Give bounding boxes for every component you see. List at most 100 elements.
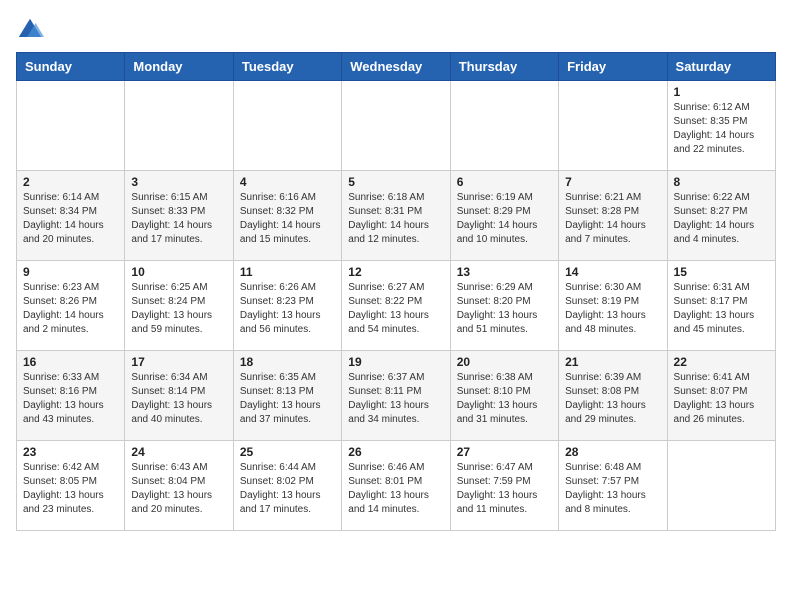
day-info: Sunrise: 6:19 AM Sunset: 8:29 PM Dayligh…	[457, 191, 552, 247]
day-number: 20	[457, 355, 552, 369]
day-number: 7	[565, 175, 660, 189]
day-info: Sunrise: 6:39 AM Sunset: 8:08 PM Dayligh…	[565, 371, 660, 427]
day-info: Sunrise: 6:41 AM Sunset: 8:07 PM Dayligh…	[674, 371, 769, 427]
calendar-cell: 3 Sunrise: 6:15 AM Sunset: 8:33 PM Daylig…	[125, 171, 233, 261]
day-info: Sunrise: 6:31 AM Sunset: 8:17 PM Dayligh…	[674, 281, 769, 337]
day-number: 3	[131, 175, 226, 189]
calendar-cell: 19 Sunrise: 6:37 AM Sunset: 8:11 PM Dayli…	[342, 351, 450, 441]
day-info: Sunrise: 6:34 AM Sunset: 8:14 PM Dayligh…	[131, 371, 226, 427]
calendar-cell: 8 Sunrise: 6:22 AM Sunset: 8:27 PM Daylig…	[667, 171, 775, 261]
calendar-cell	[342, 81, 450, 171]
day-info: Sunrise: 6:18 AM Sunset: 8:31 PM Dayligh…	[348, 191, 443, 247]
weekday-sunday: Sunday	[17, 53, 125, 81]
calendar-cell: 16 Sunrise: 6:33 AM Sunset: 8:16 PM Dayli…	[17, 351, 125, 441]
page-header	[16, 16, 776, 44]
calendar-cell	[233, 81, 341, 171]
calendar-cell: 10 Sunrise: 6:25 AM Sunset: 8:24 PM Dayli…	[125, 261, 233, 351]
day-number: 22	[674, 355, 769, 369]
calendar-cell: 25Sunrise: 6:44 AM Sunset: 8:02 PM Dayli…	[233, 441, 341, 531]
day-info: Sunrise: 6:27 AM Sunset: 8:22 PM Dayligh…	[348, 281, 443, 337]
calendar-cell	[450, 81, 558, 171]
calendar-cell	[667, 441, 775, 531]
day-number: 18	[240, 355, 335, 369]
weekday-thursday: Thursday	[450, 53, 558, 81]
calendar: SundayMondayTuesdayWednesdayThursdayFrid…	[16, 52, 776, 531]
weekday-wednesday: Wednesday	[342, 53, 450, 81]
calendar-header: SundayMondayTuesdayWednesdayThursdayFrid…	[17, 53, 776, 81]
day-info: Sunrise: 6:29 AM Sunset: 8:20 PM Dayligh…	[457, 281, 552, 337]
day-number: 15	[674, 265, 769, 279]
day-info: Sunrise: 6:46 AM Sunset: 8:01 PM Dayligh…	[348, 461, 443, 517]
calendar-cell: 20 Sunrise: 6:38 AM Sunset: 8:10 PM Dayli…	[450, 351, 558, 441]
calendar-cell: 11 Sunrise: 6:26 AM Sunset: 8:23 PM Dayli…	[233, 261, 341, 351]
day-info: Sunrise: 6:43 AM Sunset: 8:04 PM Dayligh…	[131, 461, 226, 517]
calendar-cell	[125, 81, 233, 171]
calendar-cell: 15 Sunrise: 6:31 AM Sunset: 8:17 PM Dayli…	[667, 261, 775, 351]
week-row-4: 23 Sunrise: 6:42 AM Sunset: 8:05 PM Dayli…	[17, 441, 776, 531]
weekday-saturday: Saturday	[667, 53, 775, 81]
day-info: Sunrise: 6:47 AM Sunset: 7:59 PM Dayligh…	[457, 461, 552, 517]
day-info: Sunrise: 6:44 AM Sunset: 8:02 PM Dayligh…	[240, 461, 335, 517]
calendar-cell	[559, 81, 667, 171]
day-number: 27	[457, 445, 552, 459]
day-info: Sunrise: 6:21 AM Sunset: 8:28 PM Dayligh…	[565, 191, 660, 247]
day-number: 24	[131, 445, 226, 459]
calendar-cell: 24 Sunrise: 6:43 AM Sunset: 8:04 PM Dayli…	[125, 441, 233, 531]
day-number: 9	[23, 265, 118, 279]
day-number: 5	[348, 175, 443, 189]
day-info: Sunrise: 6:22 AM Sunset: 8:27 PM Dayligh…	[674, 191, 769, 247]
calendar-cell	[17, 81, 125, 171]
calendar-cell: 26 Sunrise: 6:46 AM Sunset: 8:01 PM Dayli…	[342, 441, 450, 531]
calendar-cell: 12 Sunrise: 6:27 AM Sunset: 8:22 PM Dayli…	[342, 261, 450, 351]
day-info: Sunrise: 6:12 AM Sunset: 8:35 PM Dayligh…	[674, 101, 769, 157]
calendar-cell: 17 Sunrise: 6:34 AM Sunset: 8:14 PM Dayli…	[125, 351, 233, 441]
calendar-cell: 18 Sunrise: 6:35 AM Sunset: 8:13 PM Dayli…	[233, 351, 341, 441]
day-number: 23	[23, 445, 118, 459]
day-number: 19	[348, 355, 443, 369]
day-info: Sunrise: 6:16 AM Sunset: 8:32 PM Dayligh…	[240, 191, 335, 247]
day-number: 8	[674, 175, 769, 189]
day-info: Sunrise: 6:15 AM Sunset: 8:33 PM Dayligh…	[131, 191, 226, 247]
day-info: Sunrise: 6:26 AM Sunset: 8:23 PM Dayligh…	[240, 281, 335, 337]
calendar-cell: 6 Sunrise: 6:19 AM Sunset: 8:29 PM Daylig…	[450, 171, 558, 261]
day-number: 28	[565, 445, 660, 459]
day-info: Sunrise: 6:23 AM Sunset: 8:26 PM Dayligh…	[23, 281, 118, 337]
calendar-cell: 13 Sunrise: 6:29 AM Sunset: 8:20 PM Dayli…	[450, 261, 558, 351]
day-info: Sunrise: 6:14 AM Sunset: 8:34 PM Dayligh…	[23, 191, 118, 247]
day-number: 12	[348, 265, 443, 279]
day-number: 14	[565, 265, 660, 279]
week-row-1: 2 Sunrise: 6:14 AM Sunset: 8:34 PM Daylig…	[17, 171, 776, 261]
weekday-row: SundayMondayTuesdayWednesdayThursdayFrid…	[17, 53, 776, 81]
weekday-monday: Monday	[125, 53, 233, 81]
day-number: 13	[457, 265, 552, 279]
week-row-3: 16 Sunrise: 6:33 AM Sunset: 8:16 PM Dayli…	[17, 351, 776, 441]
calendar-cell: 14Sunrise: 6:30 AM Sunset: 8:19 PM Dayli…	[559, 261, 667, 351]
day-number: 10	[131, 265, 226, 279]
calendar-cell: 27 Sunrise: 6:47 AM Sunset: 7:59 PM Dayli…	[450, 441, 558, 531]
day-number: 17	[131, 355, 226, 369]
week-row-0: 1 Sunrise: 6:12 AM Sunset: 8:35 PM Daylig…	[17, 81, 776, 171]
day-info: Sunrise: 6:33 AM Sunset: 8:16 PM Dayligh…	[23, 371, 118, 427]
day-number: 26	[348, 445, 443, 459]
day-number: 16	[23, 355, 118, 369]
calendar-cell: 9 Sunrise: 6:23 AM Sunset: 8:26 PM Daylig…	[17, 261, 125, 351]
calendar-cell: 23 Sunrise: 6:42 AM Sunset: 8:05 PM Dayli…	[17, 441, 125, 531]
day-number: 2	[23, 175, 118, 189]
day-number: 4	[240, 175, 335, 189]
day-info: Sunrise: 6:48 AM Sunset: 7:57 PM Dayligh…	[565, 461, 660, 517]
day-number: 1	[674, 85, 769, 99]
calendar-cell: 5 Sunrise: 6:18 AM Sunset: 8:31 PM Daylig…	[342, 171, 450, 261]
calendar-cell: 22 Sunrise: 6:41 AM Sunset: 8:07 PM Dayli…	[667, 351, 775, 441]
logo-icon	[16, 16, 44, 44]
day-info: Sunrise: 6:37 AM Sunset: 8:11 PM Dayligh…	[348, 371, 443, 427]
weekday-friday: Friday	[559, 53, 667, 81]
day-info: Sunrise: 6:38 AM Sunset: 8:10 PM Dayligh…	[457, 371, 552, 427]
day-info: Sunrise: 6:35 AM Sunset: 8:13 PM Dayligh…	[240, 371, 335, 427]
day-info: Sunrise: 6:25 AM Sunset: 8:24 PM Dayligh…	[131, 281, 226, 337]
week-row-2: 9 Sunrise: 6:23 AM Sunset: 8:26 PM Daylig…	[17, 261, 776, 351]
calendar-body: 1 Sunrise: 6:12 AM Sunset: 8:35 PM Daylig…	[17, 81, 776, 531]
day-info: Sunrise: 6:42 AM Sunset: 8:05 PM Dayligh…	[23, 461, 118, 517]
weekday-tuesday: Tuesday	[233, 53, 341, 81]
day-number: 6	[457, 175, 552, 189]
day-number: 11	[240, 265, 335, 279]
